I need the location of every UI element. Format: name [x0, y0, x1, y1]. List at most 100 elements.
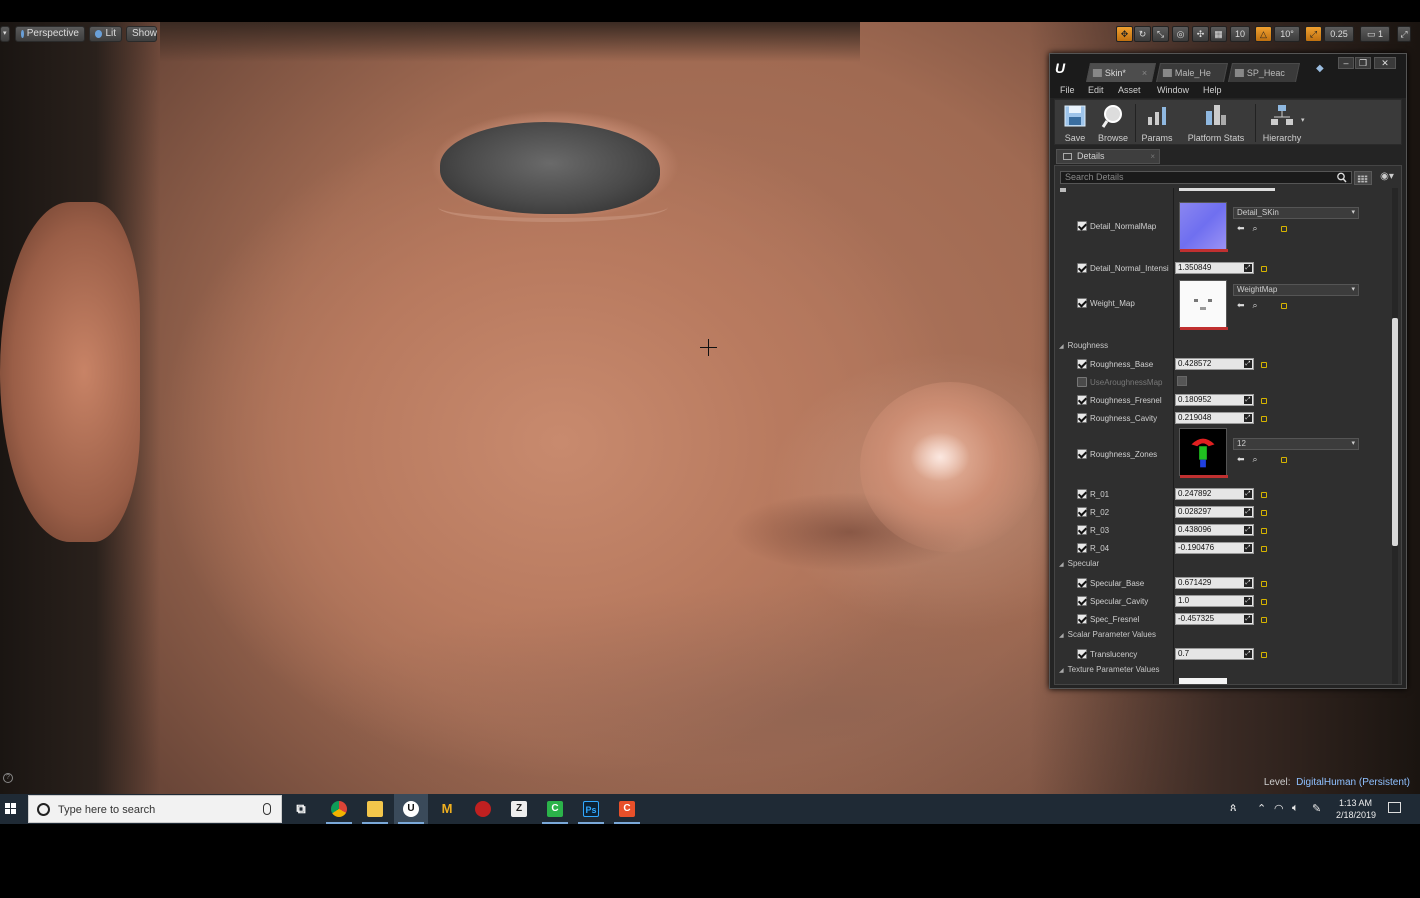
- spin-arrow-icon[interactable]: ⤢: [1244, 508, 1252, 516]
- reset-to-default-icon[interactable]: [1261, 652, 1267, 658]
- translucency-input[interactable]: 0.7 ⤢: [1175, 648, 1254, 660]
- scale-mode-icon[interactable]: ⤡: [1152, 26, 1169, 42]
- category-scalar-parameter-values[interactable]: Scalar Parameter Values: [1059, 630, 1156, 639]
- weight-map-asset-picker[interactable]: WeightMap ▾: [1233, 284, 1359, 296]
- network-wifi-icon[interactable]: ◠: [1274, 802, 1284, 815]
- minimize-window-icon[interactable]: –: [1338, 57, 1354, 69]
- r03-input[interactable]: 0.438096 ⤢: [1175, 524, 1254, 536]
- taskbar-search-box[interactable]: Type here to search: [28, 795, 282, 823]
- scrollbar-thumb[interactable]: [1392, 318, 1398, 546]
- reset-to-default-icon[interactable]: [1261, 599, 1267, 605]
- specular-base-input[interactable]: 0.671429 ⤢: [1175, 577, 1254, 589]
- taskbar-app-camtasia-recorder[interactable]: C: [610, 794, 644, 824]
- detail-normalmap-thumbnail[interactable]: [1179, 202, 1228, 252]
- reset-to-default-icon[interactable]: [1281, 303, 1287, 309]
- r01-input[interactable]: 0.247892 ⤢: [1175, 488, 1254, 500]
- close-window-icon[interactable]: ✕: [1374, 57, 1396, 69]
- show-button[interactable]: Show: [126, 26, 157, 42]
- category-specular[interactable]: Specular: [1059, 559, 1100, 568]
- clock-time[interactable]: 1:13 AM: [1339, 798, 1372, 808]
- tab-male-head[interactable]: Male_He: [1155, 63, 1229, 82]
- reset-to-default-icon[interactable]: [1261, 617, 1267, 623]
- r04-checkbox[interactable]: [1077, 543, 1087, 553]
- browse-button[interactable]: Browse: [1095, 102, 1131, 144]
- browse-asset-icon[interactable]: ⌕: [1253, 300, 1258, 311]
- spin-arrow-icon[interactable]: ⤢: [1244, 264, 1252, 272]
- task-view-button[interactable]: ⧉: [284, 794, 318, 824]
- r01-checkbox[interactable]: [1077, 489, 1087, 499]
- texture-thumbnail-partial[interactable]: [1179, 678, 1227, 684]
- roughness-zones-thumbnail[interactable]: [1179, 428, 1228, 478]
- reset-to-default-icon[interactable]: [1261, 266, 1267, 272]
- close-details-tab-icon[interactable]: ×: [1150, 150, 1155, 163]
- rotation-snap-icon[interactable]: △: [1255, 26, 1272, 42]
- close-tab-icon[interactable]: ×: [1142, 64, 1147, 82]
- roughness-base-checkbox[interactable]: [1077, 359, 1087, 369]
- use-roughness-map-checkbox[interactable]: [1077, 377, 1087, 387]
- use-roughness-map-value-checkbox[interactable]: [1177, 376, 1187, 386]
- start-button[interactable]: [0, 794, 22, 824]
- restore-window-icon[interactable]: ❐: [1355, 57, 1371, 69]
- perspective-button[interactable]: Perspective: [15, 26, 85, 42]
- spin-arrow-icon[interactable]: ⤢: [1244, 526, 1252, 534]
- reset-to-default-icon[interactable]: [1281, 226, 1287, 232]
- reset-to-default-icon[interactable]: [1261, 362, 1267, 368]
- category-texture-parameter-values[interactable]: Texture Parameter Values: [1059, 665, 1160, 674]
- use-selected-asset-icon[interactable]: ⬅: [1237, 300, 1245, 311]
- spin-arrow-icon[interactable]: ⤢: [1244, 650, 1252, 658]
- details-tab[interactable]: Details ×: [1056, 149, 1160, 164]
- detail-normal-intensity-checkbox[interactable]: [1077, 263, 1087, 273]
- reset-to-default-icon[interactable]: [1261, 528, 1267, 534]
- spin-arrow-icon[interactable]: ⤢: [1244, 544, 1252, 552]
- taskbar-app-substance[interactable]: [466, 794, 500, 824]
- volume-icon[interactable]: 🔈︎: [1292, 802, 1299, 815]
- r04-input[interactable]: -0.190476 ⤢: [1175, 542, 1254, 554]
- spin-arrow-icon[interactable]: ⤢: [1244, 579, 1252, 587]
- view-options-eye-icon[interactable]: ◉▾: [1375, 171, 1399, 185]
- params-button[interactable]: Params: [1139, 102, 1175, 144]
- roughness-cavity-input[interactable]: 0.219048 ⤢: [1175, 412, 1254, 424]
- reset-to-default-icon[interactable]: [1261, 546, 1267, 552]
- tab-skin[interactable]: Skin* ×: [1085, 63, 1157, 82]
- rotate-mode-icon[interactable]: ↻: [1134, 26, 1151, 42]
- browse-asset-icon[interactable]: ⌕: [1253, 223, 1258, 234]
- spin-arrow-icon[interactable]: ⤢: [1244, 615, 1252, 623]
- menu-window[interactable]: Window: [1157, 85, 1189, 95]
- detail-normal-intensity-input[interactable]: 1.350849 ⤢: [1175, 262, 1254, 274]
- tab-sp-head[interactable]: SP_Heac: [1227, 63, 1301, 82]
- roughness-fresnel-checkbox[interactable]: [1077, 395, 1087, 405]
- taskbar-app-zbrush[interactable]: Z: [502, 794, 536, 824]
- platform-stats-button[interactable]: Platform Stats: [1181, 102, 1251, 144]
- people-icon[interactable]: ጰ: [1230, 802, 1237, 815]
- source-control-icon[interactable]: ◆: [1316, 63, 1328, 75]
- editor-titlebar[interactable]: U Skin* × Male_He SP_Heac ◆ – ❐ ✕: [1050, 54, 1406, 84]
- roughness-fresnel-input[interactable]: 0.180952 ⤢: [1175, 394, 1254, 406]
- spin-arrow-icon[interactable]: ⤢: [1244, 360, 1252, 368]
- weight-map-thumbnail[interactable]: [1179, 280, 1228, 330]
- r02-input[interactable]: 0.028297 ⤢: [1175, 506, 1254, 518]
- show-hidden-icons-icon[interactable]: ⌃: [1257, 802, 1266, 815]
- spec-fresnel-input[interactable]: -0.457325 ⤢: [1175, 613, 1254, 625]
- material-instance-editor-window[interactable]: U Skin* × Male_He SP_Heac ◆ – ❐ ✕ File Ed…: [1049, 53, 1407, 689]
- taskbar-app-photoshop[interactable]: Ps: [574, 794, 608, 824]
- reset-to-default-icon[interactable]: [1281, 457, 1287, 463]
- roughness-base-input[interactable]: 0.428572 ⤢: [1175, 358, 1254, 370]
- reset-to-default-icon[interactable]: [1261, 492, 1267, 498]
- spin-arrow-icon[interactable]: ⤢: [1244, 414, 1252, 422]
- camera-speed-button[interactable]: ▭ 1: [1360, 26, 1390, 42]
- menu-asset[interactable]: Asset: [1118, 85, 1141, 95]
- r03-checkbox[interactable]: [1077, 525, 1087, 535]
- taskbar-app-explorer[interactable]: [358, 794, 392, 824]
- action-center-icon[interactable]: [1388, 802, 1401, 813]
- clock-date[interactable]: 2/18/2019: [1336, 810, 1376, 820]
- reset-to-default-icon[interactable]: [1261, 398, 1267, 404]
- use-selected-asset-icon[interactable]: ⬅: [1237, 454, 1245, 465]
- weight-map-checkbox[interactable]: [1077, 298, 1087, 308]
- category-roughness[interactable]: Roughness: [1059, 341, 1108, 350]
- world-space-icon[interactable]: ◎: [1172, 26, 1189, 42]
- scale-snap-icon[interactable]: ⤢: [1305, 26, 1322, 42]
- spin-arrow-icon[interactable]: ⤢: [1244, 490, 1252, 498]
- spin-arrow-icon[interactable]: ⤢: [1244, 396, 1252, 404]
- specular-cavity-checkbox[interactable]: [1077, 596, 1087, 606]
- taskbar-app-chrome[interactable]: [322, 794, 356, 824]
